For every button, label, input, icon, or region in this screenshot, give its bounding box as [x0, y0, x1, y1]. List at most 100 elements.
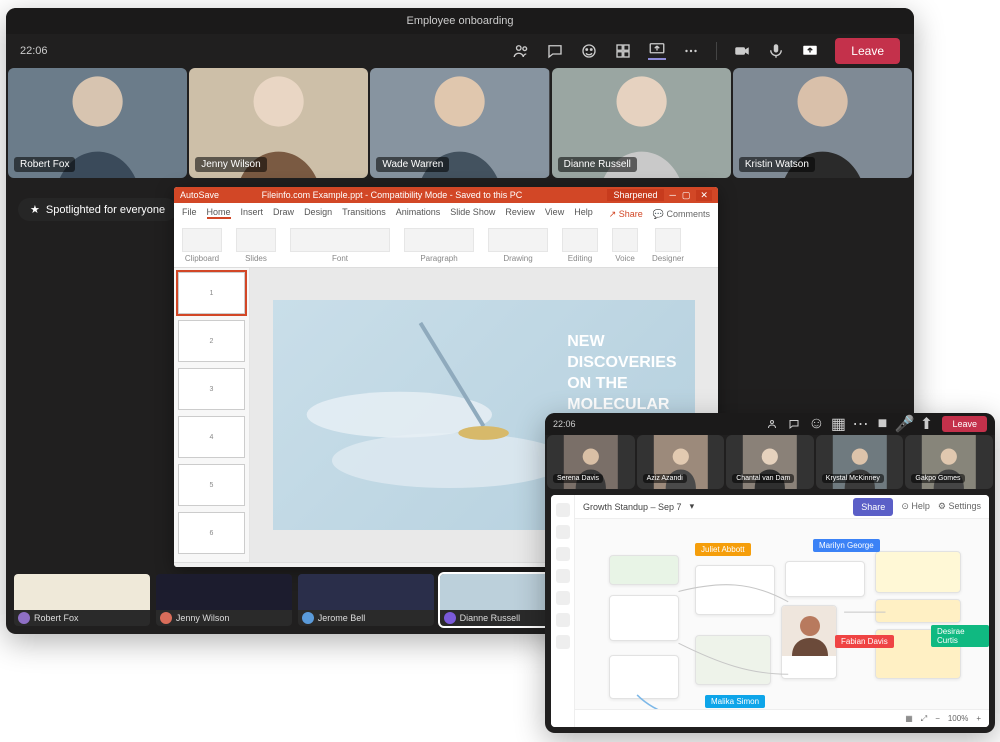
tab-insert[interactable]: Insert: [241, 207, 264, 219]
contact-card[interactable]: [781, 605, 837, 679]
participant-tile[interactable]: Robert Fox: [8, 68, 187, 178]
grid-toggle-icon[interactable]: ▦: [905, 714, 913, 723]
participant-tile[interactable]: Jenny Wilson: [189, 68, 368, 178]
group-clipboard: Clipboard: [185, 254, 219, 263]
participant-tile[interactable]: Kristin Watson: [733, 68, 912, 178]
tab-transitions[interactable]: Transitions: [342, 207, 386, 219]
user-tag[interactable]: Fabian Davis: [835, 635, 894, 648]
footer-note: This is a .PPT file open in Microsoft Po…: [331, 566, 569, 567]
tab-home[interactable]: Home: [207, 207, 231, 219]
mic-icon[interactable]: [767, 42, 785, 60]
chevron-down-icon[interactable]: ▾: [690, 501, 695, 512]
slide-thumb-4[interactable]: 4: [178, 416, 245, 458]
people-icon[interactable]: [512, 42, 530, 60]
share-screen-icon[interactable]: [801, 42, 819, 60]
sticky-note[interactable]: [609, 595, 679, 641]
share-tray-icon[interactable]: [648, 42, 666, 60]
image-tool[interactable]: [556, 613, 570, 627]
text-tool[interactable]: [556, 569, 570, 583]
participant-tile[interactable]: Krystal McKinney: [816, 435, 904, 489]
sticky-note[interactable]: [609, 555, 679, 585]
designer-button[interactable]: [655, 228, 681, 252]
window-max-icon[interactable]: ▢: [682, 190, 691, 201]
tab-view[interactable]: View: [545, 207, 564, 219]
sticky-note[interactable]: [609, 655, 679, 699]
tab-design[interactable]: Design: [304, 207, 332, 219]
tab-file[interactable]: File: [182, 207, 197, 219]
chat-icon[interactable]: [546, 42, 564, 60]
whiteboard-share-button[interactable]: Share: [853, 498, 893, 516]
whiteboard-settings[interactable]: ⚙ Settings: [938, 501, 981, 512]
user-tag[interactable]: Marilyn George: [813, 539, 880, 552]
reactions-icon[interactable]: ☺: [810, 418, 822, 430]
slide-thumb-1[interactable]: 1: [178, 272, 245, 314]
camera-icon[interactable]: [733, 42, 751, 60]
sticky-note[interactable]: [875, 551, 961, 593]
zoom-in-icon[interactable]: +: [976, 714, 981, 723]
sticky-tool[interactable]: [556, 591, 570, 605]
participant-tile[interactable]: Wade Warren: [370, 68, 549, 178]
sticky-note[interactable]: [875, 599, 961, 623]
window-min-icon[interactable]: ─: [670, 190, 676, 200]
window-close-icon[interactable]: ✕: [696, 190, 712, 201]
comments-button[interactable]: 💬 Comments: [653, 209, 710, 220]
tab-help[interactable]: Help: [574, 207, 593, 219]
slide-thumb-2[interactable]: 2: [178, 320, 245, 362]
mic-icon[interactable]: 🎤: [898, 418, 910, 430]
drawing-controls[interactable]: [488, 228, 548, 252]
whiteboard-help[interactable]: ⊙ Help: [901, 501, 930, 512]
user-tag[interactable]: Desirae Curtis: [931, 625, 989, 647]
sticky-note[interactable]: [785, 561, 865, 597]
whiteboard-footer: ▦ ⤢ − 100% +: [575, 709, 989, 727]
tab-slideshow[interactable]: Slide Show: [450, 207, 495, 219]
rooms-icon[interactable]: [614, 42, 632, 60]
more-icon[interactable]: [682, 42, 700, 60]
participant-tile[interactable]: Aziz Azandi: [637, 435, 725, 489]
people-icon[interactable]: [766, 418, 778, 430]
sticky-note[interactable]: [695, 565, 775, 615]
chat-icon[interactable]: [788, 418, 800, 430]
eraser-tool[interactable]: [556, 635, 570, 649]
slide-thumb-3[interactable]: 3: [178, 368, 245, 410]
paste-button[interactable]: [182, 228, 222, 252]
tab-draw[interactable]: Draw: [273, 207, 294, 219]
pen-tool[interactable]: [556, 525, 570, 539]
dictate-button[interactable]: [612, 228, 638, 252]
rooms-icon[interactable]: ▦: [832, 418, 844, 430]
shape-tool[interactable]: [556, 547, 570, 561]
share-button[interactable]: ↗ Share: [609, 209, 643, 220]
participant-tile[interactable]: Serena Davis: [547, 435, 635, 489]
camera-icon[interactable]: ■: [876, 418, 888, 430]
paragraph-controls[interactable]: [404, 228, 474, 252]
leave-button[interactable]: Leave: [942, 416, 987, 432]
bottom-tile[interactable]: Jenny Wilson: [156, 574, 292, 626]
share-screen-icon[interactable]: ⬆: [920, 418, 932, 430]
more-icon[interactable]: ⋯: [854, 418, 866, 430]
sticky-note[interactable]: [695, 635, 771, 685]
leave-button[interactable]: Leave: [835, 38, 900, 64]
slide-thumb-5[interactable]: 5: [178, 464, 245, 506]
autosave-toggle[interactable]: AutoSave: [180, 190, 219, 200]
user-tag[interactable]: Juliet Abbott: [695, 543, 751, 556]
font-controls[interactable]: [290, 228, 390, 252]
editing-controls[interactable]: [562, 228, 598, 252]
group-designer: Designer: [652, 254, 684, 263]
participant-name-label: Robert Fox: [14, 157, 75, 172]
bottom-tile[interactable]: Robert Fox: [14, 574, 150, 626]
participant-tile[interactable]: Dianne Russell: [552, 68, 731, 178]
group-editing: Editing: [568, 254, 592, 263]
new-slide-button[interactable]: [236, 228, 276, 252]
cursor-tool[interactable]: [556, 503, 570, 517]
tab-review[interactable]: Review: [505, 207, 535, 219]
reactions-icon[interactable]: [580, 42, 598, 60]
participant-tile[interactable]: Gakpo Gomes: [905, 435, 993, 489]
tab-animations[interactable]: Animations: [396, 207, 441, 219]
user-tag[interactable]: Malika Simon: [705, 695, 765, 708]
sharpened-badge: Sharpened: [607, 189, 663, 201]
slide-thumb-6[interactable]: 6: [178, 512, 245, 554]
zoom-out-icon[interactable]: −: [935, 714, 940, 723]
fit-icon[interactable]: ⤢: [921, 714, 927, 724]
bottom-tile[interactable]: Jerome Bell: [298, 574, 434, 626]
participant-tile[interactable]: Chantal van Dam: [726, 435, 814, 489]
whiteboard-canvas[interactable]: Growth Standup – Sep 7 ▾ Share ⊙ Help ⚙ …: [575, 495, 989, 727]
